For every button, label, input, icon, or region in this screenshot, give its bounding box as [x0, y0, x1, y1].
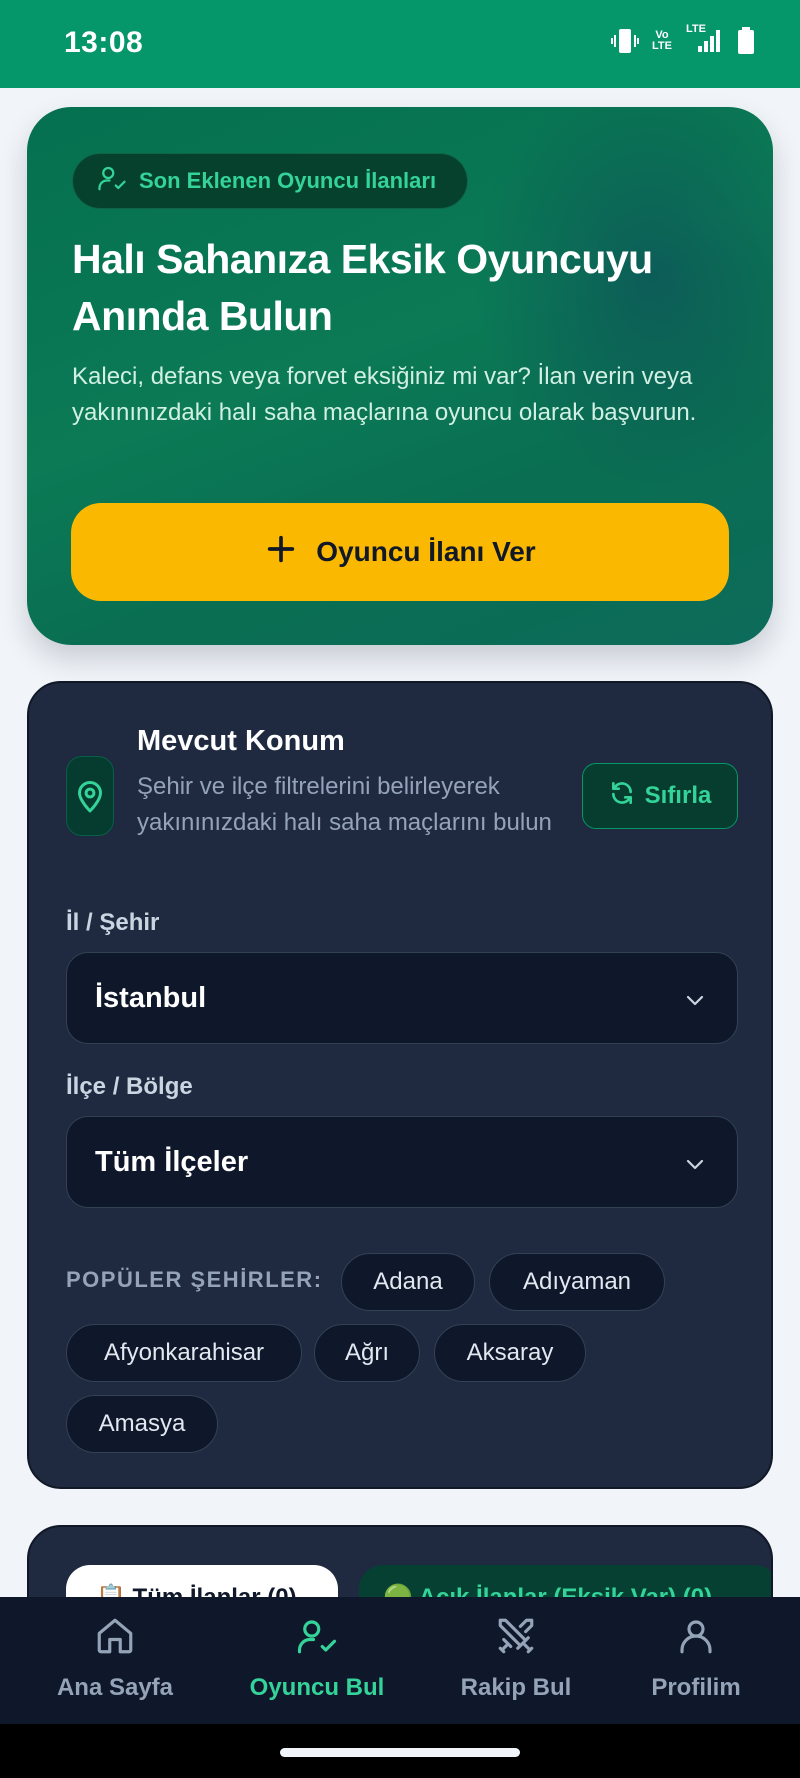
location-pin-icon: [66, 756, 114, 836]
nav-label-find-rival: Rakip Bul: [460, 1674, 572, 1701]
battery-icon: [736, 26, 756, 56]
hero-card: Son Eklenen Oyuncu İlanları Halı Sahanız…: [27, 107, 773, 645]
home-icon: [94, 1615, 136, 1664]
user-check-icon: [97, 163, 127, 199]
user-icon: [675, 1615, 717, 1664]
city-select-value: İstanbul: [95, 981, 207, 1014]
location-title: Mevcut Konum: [137, 725, 345, 757]
post-player-listing-button[interactable]: Oyuncu İlanı Ver: [71, 503, 729, 601]
city-chip-adana[interactable]: Adana: [341, 1253, 475, 1311]
signal-icon: LTE: [684, 23, 724, 56]
volte-icon: Vo LTE: [652, 30, 672, 52]
city-label: İl / Şehir: [66, 909, 160, 936]
location-filter-card: Mevcut Konum Şehir ve ilçe filtrelerini …: [27, 681, 773, 1489]
status-bar: 13:08 Vo LTE LTE: [0, 0, 800, 88]
location-description: Şehir ve ilçe filtrelerini belirleyerek …: [137, 773, 552, 836]
nav-item-home[interactable]: Ana Sayfa: [15, 1615, 215, 1715]
hero-description: Kaleci, defans veya forvet eksiğiniz mi …: [72, 363, 697, 426]
district-select[interactable]: Tüm İlçeler: [66, 1116, 738, 1208]
city-chip-adiyaman[interactable]: Adıyaman: [489, 1253, 665, 1311]
city-chip-afyonkarahisar[interactable]: Afyonkarahisar: [66, 1324, 302, 1382]
home-gesture-handle[interactable]: [280, 1748, 520, 1757]
volte-bottom-label: LTE: [652, 40, 672, 52]
chevron-down-icon: [683, 1151, 707, 1184]
reset-filters-button[interactable]: Sıfırla: [582, 763, 738, 829]
vibrate-icon: [610, 26, 640, 56]
plus-icon: [264, 532, 298, 573]
city-chip-amasya[interactable]: Amasya: [66, 1395, 218, 1453]
nav-item-find-player[interactable]: Oyuncu Bul: [217, 1615, 417, 1715]
lte-label: LTE: [686, 23, 706, 35]
reset-label: Sıfırla: [644, 782, 712, 809]
nav-label-find-player: Oyuncu Bul: [249, 1674, 385, 1701]
popular-cities-label: POPÜLER ŞEHİRLER:: [66, 1267, 323, 1292]
status-time: 13:08: [64, 26, 144, 59]
post-player-listing-label: Oyuncu İlanı Ver: [316, 536, 536, 567]
nav-label-profile: Profilim: [651, 1674, 741, 1701]
hero-badge-label: Son Eklenen Oyuncu İlanları: [139, 168, 437, 193]
district-label: İlçe / Bölge: [66, 1073, 193, 1100]
hero-badge: Son Eklenen Oyuncu İlanları: [72, 153, 468, 209]
district-select-value: Tüm İlçeler: [95, 1145, 249, 1178]
nav-label-home: Ana Sayfa: [56, 1674, 174, 1701]
nav-item-profile[interactable]: Profilim: [596, 1615, 796, 1715]
city-chip-aksaray[interactable]: Aksaray: [434, 1324, 586, 1382]
nav-item-find-rival[interactable]: Rakip Bul: [416, 1615, 616, 1715]
swords-icon: [495, 1615, 537, 1664]
hero-title: Halı Sahanıza Eksik Oyuncuyu Anında Bulu…: [72, 236, 653, 339]
city-chip-agri[interactable]: Ağrı: [314, 1324, 420, 1382]
chevron-down-icon: [683, 987, 707, 1020]
status-icons: Vo LTE LTE: [610, 23, 756, 56]
system-nav-bar: [0, 1724, 800, 1778]
city-select[interactable]: İstanbul: [66, 952, 738, 1044]
user-check-icon: [295, 1615, 339, 1664]
refresh-icon: [609, 780, 635, 813]
bottom-nav: Ana Sayfa Oyuncu Bul Rakip Bul Profilim: [0, 1597, 800, 1724]
